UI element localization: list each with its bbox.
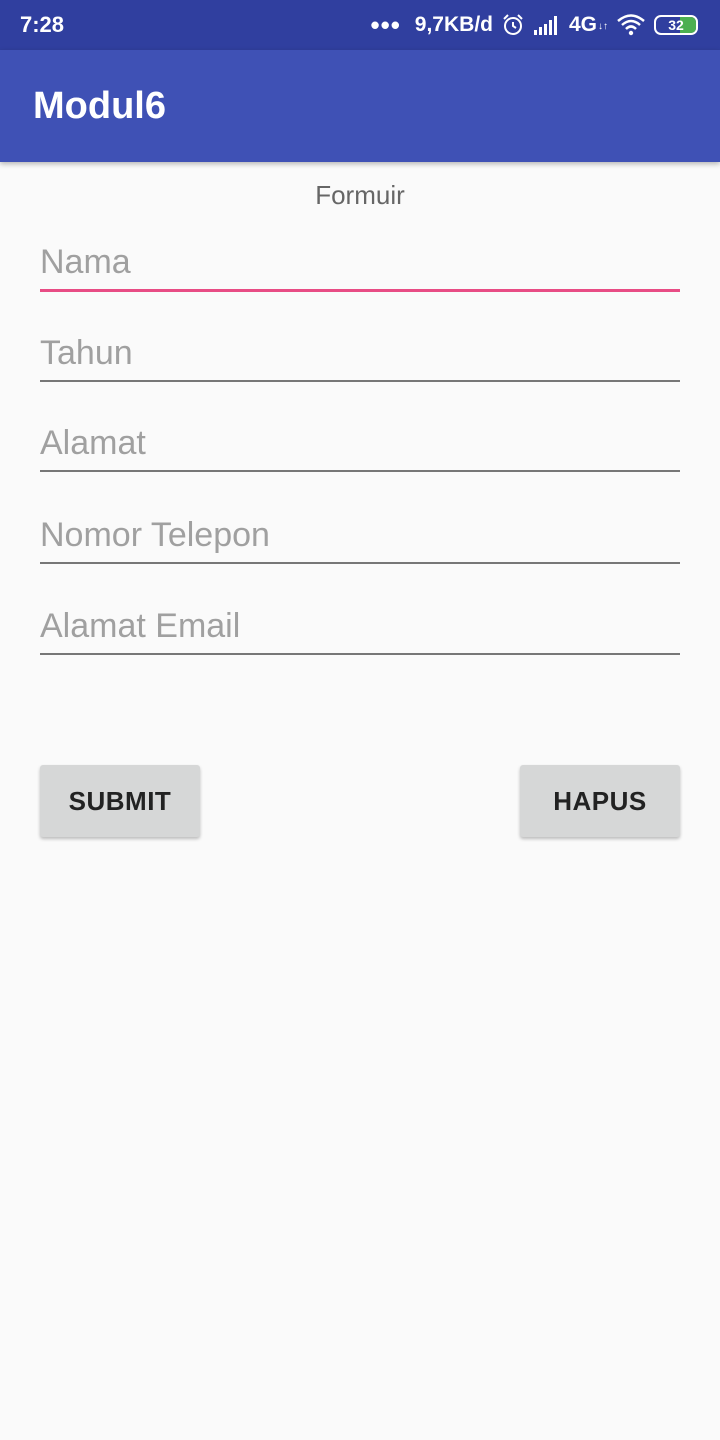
net-speed: 9,7KB/d <box>414 13 493 36</box>
nomor-telepon-input[interactable] <box>40 508 680 562</box>
app-title: Modul6 <box>33 84 166 127</box>
form-title: Formuir <box>315 180 405 210</box>
alamat-field[interactable] <box>40 416 680 472</box>
submit-button[interactable]: SUBMIT <box>40 765 200 837</box>
battery-level: 32 <box>668 17 684 33</box>
more-dots-icon: ••• <box>370 10 401 40</box>
wifi-icon <box>617 14 645 36</box>
alarm-icon <box>503 14 523 35</box>
alamat-email-field[interactable] <box>40 599 680 655</box>
nomor-telepon-field[interactable] <box>40 508 680 564</box>
status-bar: 7:28 ••• 9,7KB/d 4G ↓↑ 32 <box>0 0 720 50</box>
status-time: 7:28 <box>20 12 65 37</box>
network-type: 4G ↓↑ <box>568 13 608 36</box>
battery-icon: 32 <box>654 15 698 35</box>
signal-icon <box>533 16 557 35</box>
alamat-email-input[interactable] <box>40 599 680 653</box>
app-bar: Modul6 <box>0 50 720 162</box>
status-icons: ••• 9,7KB/d 4G ↓↑ 32 <box>370 12 698 38</box>
alamat-input[interactable] <box>40 416 680 470</box>
tahun-field[interactable] <box>40 326 680 382</box>
nama-input[interactable] <box>40 236 680 289</box>
tahun-input[interactable] <box>40 326 680 380</box>
hapus-button[interactable]: HAPUS <box>520 765 680 837</box>
nama-field[interactable] <box>40 236 680 292</box>
